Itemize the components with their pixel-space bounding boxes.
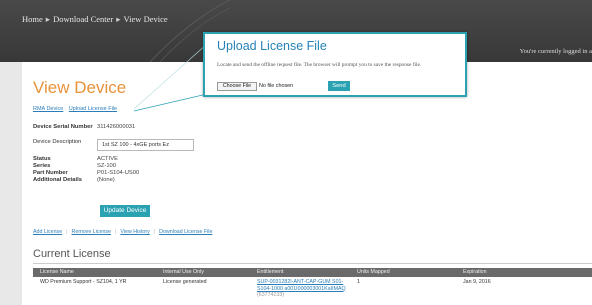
breadcrumb-download-center[interactable]: Download Center [53,14,113,24]
page-title: View Device [33,78,127,97]
license-actions: Add License | Remove License | View History |… [33,229,212,235]
part-number-value: P01-S104-US00 [97,170,140,176]
dialog-instructions: Locate and send the offline request file… [217,62,422,68]
column-license-name: License Name [40,269,74,275]
series-label: Series [33,163,51,169]
device-description-label: Device Description [33,139,82,145]
column-units-mapped: Units Mapped [357,269,390,275]
dialog-title: Upload License File [217,39,327,53]
license-name-cell: WD Premium Support - SZ104, 1 YR [40,279,127,285]
tab-rma-device[interactable]: RMA Device [33,106,63,112]
units-mapped-cell: 1 [357,279,360,285]
entitlement-link-cont[interactable]: S104-1000 a001I000003001KaIIMAQ [257,286,346,292]
serial-number-value: 311426000031 [97,124,136,130]
expiration-cell: Jan 9, 2016 [463,279,491,285]
download-license-file-link[interactable]: Download License File [159,229,212,235]
view-history-link[interactable]: View History [120,229,149,235]
breadcrumb-separator-icon: ▸ [116,14,121,24]
choose-file-button[interactable]: Choose File [217,82,257,91]
action-separator: | [66,229,68,235]
internal-use-cell: License generated [163,279,207,285]
upload-license-dialog: Upload License File Locate and send the … [203,32,467,97]
status-value: ACTIVE [97,156,118,162]
entitlement-ref: (63774233) [257,292,285,298]
additional-details-value: (None) [97,177,115,183]
update-device-button[interactable]: Update Device [100,205,150,217]
section-divider [33,263,592,264]
device-details: Device Serial Number 311426000031 Device… [33,124,194,184]
table-row: WD Premium Support - SZ104, 1 YR License… [33,279,592,305]
entitlement-link[interactable]: SUP-0031282I-ANT-CAP-GUM S01- [257,279,343,285]
send-button[interactable]: Send [328,81,350,91]
action-separator: | [115,229,117,235]
device-description-field[interactable]: 1st SZ 100 - 4xGE ports Ez [97,139,194,151]
license-table-header: License Name Internal Use Only Entitleme… [33,268,592,277]
column-entitlement: Entitlement [257,269,284,275]
action-separator: | [153,229,156,235]
add-license-link[interactable]: Add License [33,229,62,235]
additional-details-label: Additional Details [33,177,82,183]
breadcrumb: Home ▸ Download Center ▸ View Device [22,14,168,25]
tab-upload-license-file[interactable]: Upload License File [69,106,117,112]
serial-number-label: Device Serial Number [33,124,93,130]
status-label: Status [33,156,51,162]
device-tabs: RMA Device Upload License File [33,106,121,112]
entitlement-cell: SUP-0031282I-ANT-CAP-GUM S01- S104-1000 … [257,279,346,299]
series-value: SZ-100 [97,163,117,169]
logged-in-text: You're currently logged in a [519,48,592,55]
breadcrumb-home[interactable]: Home [22,14,43,24]
current-license-heading: Current License [33,248,111,260]
remove-license-link[interactable]: Remove License [72,229,111,235]
breadcrumb-view-device: View Device [123,14,168,24]
column-expiration: Expiration [463,269,487,275]
file-status-text: No file chosen [259,83,294,89]
part-number-label: Part Number [33,170,68,176]
breadcrumb-separator-icon: ▸ [45,14,51,24]
column-internal-use: Internal Use Only [163,269,204,275]
